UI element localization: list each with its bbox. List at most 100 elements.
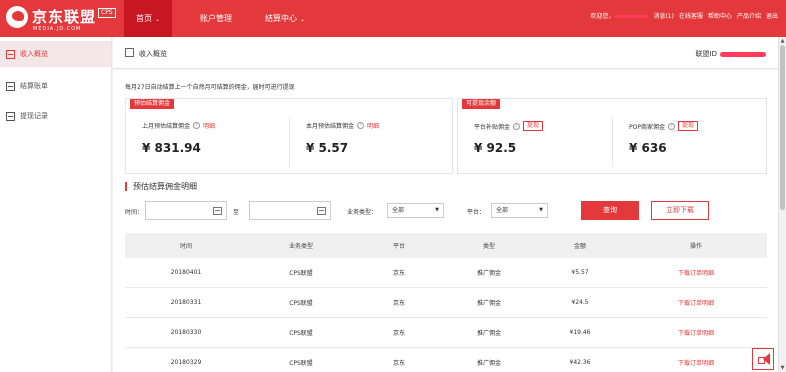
table-row: 20180329 CPS联盟 京东 推广佣金 ¥42.36 下载订单明细 <box>125 348 767 372</box>
page-header: 收入概览 联盟ID <box>113 37 778 69</box>
business-cell: CPS联盟 <box>289 330 313 337</box>
scroll-up-icon[interactable]: ▲ <box>779 37 786 45</box>
page-title: 收入概览 <box>139 50 167 58</box>
business-type-select[interactable]: 全部 ▼ <box>387 203 444 218</box>
this-month-estimate: 本月预估结算佣金 ? 明细 ¥ 5.57 <box>289 117 452 167</box>
type-cell: 推广佣金 <box>476 330 501 337</box>
union-id: 联盟ID <box>696 49 766 59</box>
amount-cell: ¥5.57 <box>571 269 589 276</box>
business-cell: CPS联盟 <box>289 270 313 277</box>
chevron-down-icon: ⌄ <box>300 16 306 23</box>
megaphone-icon[interactable] <box>752 348 774 370</box>
union-id-label: 联盟ID <box>695 50 717 58</box>
logout-link[interactable]: 退出 <box>766 11 778 20</box>
sidebar-item-income-overview[interactable]: 收入概览 <box>0 41 111 67</box>
sidebar-item-withdraw-records[interactable]: 提现记录 <box>0 103 111 129</box>
date-cell: 20180329 <box>170 359 202 366</box>
this-month-value: ¥ 5.57 <box>306 141 349 155</box>
sidebar-item-label: 结算账单 <box>20 82 48 90</box>
top-bar: 京东联盟 CPS MEDIA.JD.COM 首页 ⌄ 账户管理 结算中心 ⌄ 欢迎您… <box>0 0 786 37</box>
start-date-input[interactable] <box>145 201 227 220</box>
business-type-label: 业务类型： <box>347 209 378 216</box>
this-month-detail-link[interactable]: 明细 <box>367 121 379 130</box>
amount-cell: ¥19.46 <box>569 329 591 336</box>
scrollbar-thumb[interactable] <box>780 45 785 210</box>
jd-union-logo[interactable]: 京东联盟 CPS MEDIA.JD.COM <box>6 4 118 34</box>
last-month-estimate: 上月预估结算佣金 ? 明细 ¥ 831.94 <box>126 117 289 167</box>
business-cell: CPS联盟 <box>289 300 313 307</box>
this-month-label: 本月预估结算佣金 <box>306 123 355 130</box>
income-icon <box>6 49 15 59</box>
platform-withdraw-button[interactable]: 提现 <box>523 121 544 131</box>
end-date-input[interactable] <box>249 201 331 220</box>
platform-select[interactable]: 全部 ▼ <box>491 203 548 218</box>
nav-settlement-center[interactable]: 结算中心 ⌄ <box>265 0 305 37</box>
greeting: 欢迎您， <box>590 11 649 20</box>
type-cell: 推广佣金 <box>476 360 501 367</box>
sidebar-item-label: 提现记录 <box>20 112 48 120</box>
table-row: 20180331 CPS联盟 京东 推广佣金 ¥24.5 下载订单明细 <box>125 288 767 318</box>
platform-cell: 京东 <box>392 270 405 277</box>
help-icon[interactable]: ? <box>513 122 521 130</box>
platform-subsidy-value: ¥ 92.5 <box>474 141 517 155</box>
logo-text: 京东联盟 <box>32 8 97 26</box>
dropdown-arrow-icon: ▼ <box>435 207 439 213</box>
withdrawable-balance-box: 可提现余额 平台补贴佣金 ? 提现 ¥ 92.5 POP商家佣金 ? 提现 ¥ … <box>457 98 767 174</box>
last-month-detail-link[interactable]: 明细 <box>203 121 215 130</box>
estimated-commission-box: 预估结算佣金 上月预估结算佣金 ? 明细 ¥ 831.94 本月预估结算佣金 ?… <box>125 98 453 174</box>
section-title: 预估结算佣金明细 <box>125 182 197 191</box>
online-service-link[interactable]: 在线客服 <box>679 11 703 20</box>
help-icon[interactable]: ? <box>667 122 675 130</box>
download-order-detail-link[interactable]: 下载订单明细 <box>625 258 767 287</box>
income-overview-icon <box>125 48 134 57</box>
platform-subsidy-label: 平台补贴佣金 <box>474 123 511 131</box>
table-row: 20180330 CPS联盟 京东 推广佣金 ¥19.46 下载订单明细 <box>125 318 767 348</box>
settlement-notice: 每月27日自动结算上一个自然月可结算的佣金，届时可进行提现 <box>125 84 295 91</box>
page-scrollbar[interactable]: ▲ ▼ <box>778 37 786 372</box>
table-row: 20180401 CPS联盟 京东 推广佣金 ¥5.57 下载订单明细 <box>125 258 767 288</box>
scroll-down-icon[interactable]: ▼ <box>779 364 786 372</box>
platform-cell: 京东 <box>392 300 405 307</box>
platform-cell: 京东 <box>392 360 405 367</box>
sidebar-item-settlement-bill[interactable]: 结算账单 <box>0 73 111 99</box>
business-cell: CPS联盟 <box>289 360 313 367</box>
nav-account-management[interactable]: 账户管理 <box>200 0 232 37</box>
date-cell: 20180331 <box>170 299 202 306</box>
withdrawable-balance-tag: 可提现余额 <box>462 99 501 109</box>
download-order-detail-link[interactable]: 下载订单明细 <box>625 348 767 372</box>
amount-cell: ¥42.36 <box>569 359 591 366</box>
nav-home[interactable]: 首页 ⌄ <box>124 0 172 37</box>
messages-link[interactable]: 消息(1) <box>653 11 674 20</box>
to-label: 至 <box>233 209 240 216</box>
redacted-union-id <box>720 51 766 57</box>
query-button[interactable]: 查询 <box>581 201 639 220</box>
product-intro-link[interactable]: 产品介绍 <box>737 11 761 20</box>
column-header: 时间 <box>179 243 192 250</box>
download-now-button[interactable]: 立即下载 <box>651 201 709 220</box>
column-header: 类型 <box>482 243 495 250</box>
help-center-link[interactable]: 帮助中心 <box>708 11 732 20</box>
pop-withdraw-button[interactable]: 提现 <box>677 121 698 131</box>
pop-commission-value: ¥ 636 <box>629 141 667 155</box>
download-order-detail-link[interactable]: 下载订单明细 <box>625 288 767 317</box>
column-header: 操作 <box>689 243 702 250</box>
sidebar-item-label: 收入概览 <box>20 50 48 58</box>
sidebar: 收入概览 结算账单 提现记录 <box>0 37 112 372</box>
calendar-icon[interactable] <box>317 207 326 215</box>
download-order-detail-link[interactable]: 下载订单明细 <box>625 318 767 347</box>
business-type-value: 全部 <box>392 207 405 214</box>
date-cell: 20180330 <box>170 329 202 336</box>
column-header: 金额 <box>573 243 586 250</box>
main-panel: 每月27日自动结算上一个自然月可结算的佣金，届时可进行提现 预估结算佣金 上月预… <box>113 70 778 372</box>
estimated-commission-tag: 预估结算佣金 <box>130 99 175 109</box>
calendar-icon[interactable] <box>213 207 222 215</box>
nav-account-label: 账户管理 <box>200 14 232 23</box>
column-header: 平台 <box>392 243 405 250</box>
records-icon <box>6 111 15 121</box>
help-icon[interactable]: ? <box>357 122 365 129</box>
commission-detail-table: 时间 业务类型 平台 类型 金额 操作 20180401 CPS联盟 京东 推广… <box>125 233 767 372</box>
redacted-username <box>614 15 649 18</box>
logo-badge: CPS <box>98 8 116 18</box>
amount-cell: ¥24.5 <box>571 299 589 306</box>
help-icon[interactable]: ? <box>193 122 201 129</box>
